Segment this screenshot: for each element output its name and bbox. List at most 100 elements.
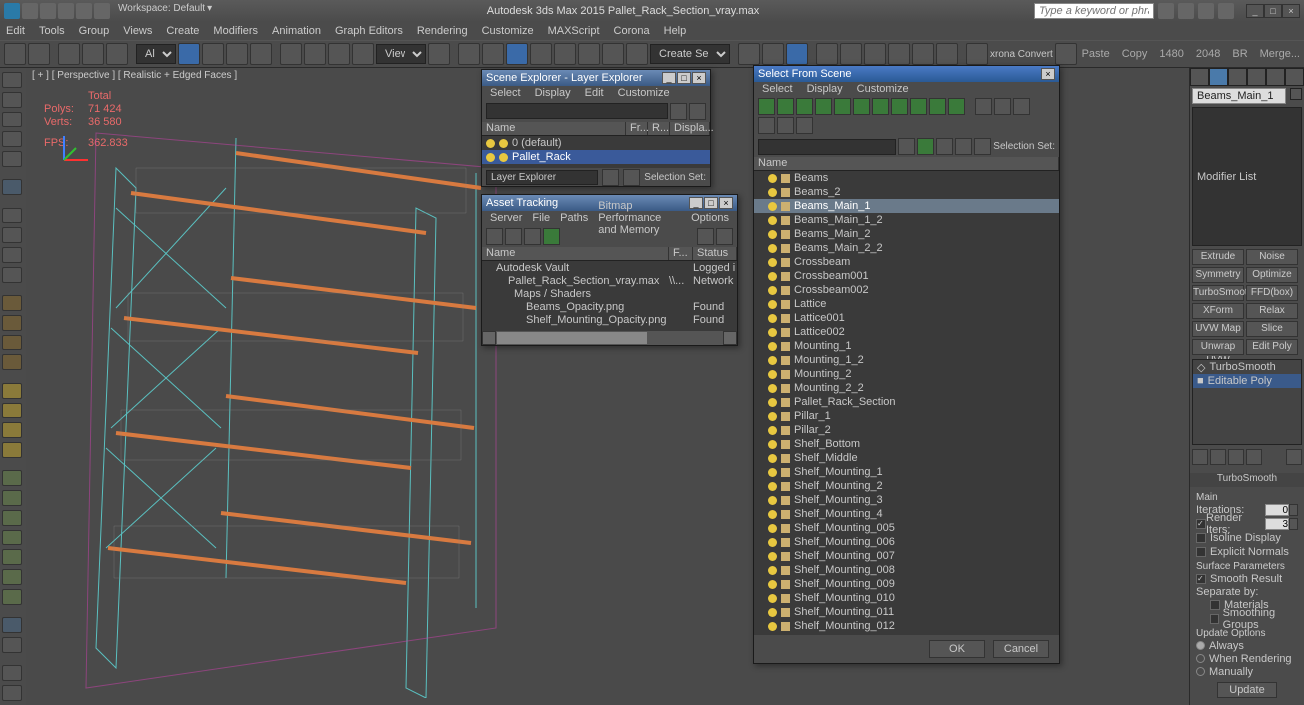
keyboard-shortcut-button[interactable] xyxy=(482,43,504,65)
ls-btn-1[interactable] xyxy=(2,72,22,88)
bulb-icon[interactable] xyxy=(768,272,777,281)
angle-snap-button[interactable] xyxy=(530,43,552,65)
se-row[interactable]: 0 (default) xyxy=(482,136,710,150)
at-row[interactable]: Pallet_Rack_Section_vray.max\\...Network xyxy=(482,274,737,287)
bulb-icon[interactable] xyxy=(768,412,777,421)
scale-button[interactable] xyxy=(328,43,350,65)
stack-editable-poly[interactable]: ■Editable Poly xyxy=(1193,374,1301,388)
at-col-f[interactable]: F... xyxy=(669,247,693,260)
bulb-icon[interactable] xyxy=(768,314,777,323)
schematic-button[interactable] xyxy=(840,43,862,65)
ss-b2[interactable] xyxy=(936,138,953,155)
se-max-button[interactable]: □ xyxy=(677,72,691,84)
bulb-icon[interactable] xyxy=(768,202,777,211)
ref-coord[interactable]: View xyxy=(376,44,426,64)
ls-btn-4[interactable] xyxy=(2,131,22,147)
ls-btn-5[interactable] xyxy=(2,151,22,167)
bulb-icon[interactable] xyxy=(768,524,777,533)
ss-row[interactable]: Mounting_1_2 xyxy=(754,353,1059,367)
ss-row[interactable]: Shelf_Mounting_4 xyxy=(754,507,1059,521)
object-color-swatch[interactable] xyxy=(1290,88,1302,100)
at-col-status[interactable]: Status xyxy=(693,247,737,260)
at-scroll-thumb[interactable] xyxy=(497,332,647,344)
bulb-icon[interactable] xyxy=(768,566,777,575)
mod-extrude[interactable]: Extrude xyxy=(1192,249,1244,265)
ss-clear-icon[interactable] xyxy=(898,138,915,155)
smooth-result-check[interactable] xyxy=(1196,574,1206,584)
se-clear-icon[interactable] xyxy=(670,103,687,120)
stack-turbosmooth[interactable]: ◇TurboSmooth xyxy=(1193,360,1301,374)
se-opts-icon[interactable] xyxy=(623,169,640,186)
ss-f-cam-icon[interactable] xyxy=(815,98,832,115)
select-object-button[interactable] xyxy=(178,43,200,65)
se-menu-edit[interactable]: Edit xyxy=(585,87,604,99)
at-refresh-icon[interactable] xyxy=(486,228,503,245)
se-view-icon[interactable] xyxy=(689,103,706,120)
ss-f-space-icon[interactable] xyxy=(853,98,870,115)
bulb-icon[interactable] xyxy=(768,342,777,351)
spinner-snap-button[interactable] xyxy=(578,43,600,65)
ss-menu-select[interactable]: Select xyxy=(762,83,793,95)
ss-row[interactable]: Pillar_1 xyxy=(754,409,1059,423)
comm-icon[interactable] xyxy=(1218,3,1234,19)
ls-btn-3[interactable] xyxy=(2,112,22,128)
ok-button[interactable]: OK xyxy=(929,640,985,658)
mod-uvwmap[interactable]: UVW Map xyxy=(1192,321,1244,337)
workspace-label[interactable]: Workspace: Default xyxy=(118,3,205,19)
bulb-icon[interactable] xyxy=(768,258,777,267)
percent-snap-button[interactable] xyxy=(554,43,576,65)
at-min-button[interactable]: _ xyxy=(689,197,703,209)
at-row[interactable]: Shelf_Mounting_Opacity.pngFound xyxy=(482,313,737,326)
bulb-icon[interactable] xyxy=(499,153,508,162)
mod-ffdbox[interactable]: FFD(box) xyxy=(1246,285,1298,301)
isoline-check[interactable] xyxy=(1196,533,1206,543)
menu-maxscript[interactable]: MAXScript xyxy=(548,25,600,37)
undo-icon[interactable] xyxy=(76,3,92,19)
ss-row[interactable]: Shelf_Middle xyxy=(754,451,1059,465)
at-scroll-left[interactable] xyxy=(482,331,496,345)
at-row[interactable]: Beams_Opacity.pngFound xyxy=(482,300,737,313)
ss-row[interactable]: Crossbeam001 xyxy=(754,269,1059,283)
at-col-name[interactable]: Name xyxy=(482,247,669,260)
ls-torus-icon[interactable] xyxy=(2,383,22,399)
mod-relax[interactable]: Relax xyxy=(1246,303,1298,319)
save-icon[interactable] xyxy=(58,3,74,19)
ls-btn-a[interactable] xyxy=(2,549,22,565)
ss-row[interactable]: Crossbeam002 xyxy=(754,283,1059,297)
bulb-icon[interactable] xyxy=(768,510,777,519)
place-button[interactable] xyxy=(352,43,374,65)
ls-light2-icon[interactable] xyxy=(2,442,22,458)
move-button[interactable] xyxy=(280,43,302,65)
align-button[interactable] xyxy=(762,43,784,65)
ss-row[interactable]: Mounting_2_2 xyxy=(754,381,1059,395)
ls-cylinder-icon[interactable] xyxy=(2,335,22,351)
se-pin-icon[interactable] xyxy=(602,169,619,186)
undo-button[interactable] xyxy=(4,43,26,65)
ss-f-shape-icon[interactable] xyxy=(777,98,794,115)
render-button[interactable] xyxy=(936,43,958,65)
ss-row[interactable]: Shelf_Mounting_008 xyxy=(754,563,1059,577)
ls-btn-2[interactable] xyxy=(2,92,22,108)
menu-edit[interactable]: Edit xyxy=(6,25,25,37)
ls-cone-icon[interactable] xyxy=(2,403,22,419)
ss-row[interactable]: Shelf_Mounting_007 xyxy=(754,549,1059,563)
ss-row[interactable]: Lattice xyxy=(754,297,1059,311)
stack-unique-icon[interactable] xyxy=(1228,449,1244,465)
ss-f-cont-icon[interactable] xyxy=(929,98,946,115)
ss-b1[interactable] xyxy=(917,138,934,155)
merge-label[interactable]: Merge... xyxy=(1260,48,1300,60)
mod-symmetry[interactable]: Symmetry xyxy=(1192,267,1244,283)
ls-btn-6[interactable] xyxy=(2,179,22,195)
ss-row[interactable]: Beams_Main_2_2 xyxy=(754,241,1059,255)
ss-menu-display[interactable]: Display xyxy=(807,83,843,95)
menu-create[interactable]: Create xyxy=(166,25,199,37)
se-menu-customize[interactable]: Customize xyxy=(618,87,670,99)
bulb-icon[interactable] xyxy=(768,454,777,463)
tab-motion[interactable] xyxy=(1247,68,1266,86)
ss-row[interactable]: Shelf_Mounting_006 xyxy=(754,535,1059,549)
at-row[interactable]: Autodesk VaultLogged i xyxy=(482,261,737,274)
ss-list[interactable]: BeamsBeams_2Beams_Main_1Beams_Main_1_2Be… xyxy=(754,171,1059,635)
ls-btn-d[interactable] xyxy=(2,665,22,681)
at-opts-icon[interactable] xyxy=(716,228,733,245)
se-layer-dropdown[interactable]: Layer Explorer xyxy=(486,170,598,185)
